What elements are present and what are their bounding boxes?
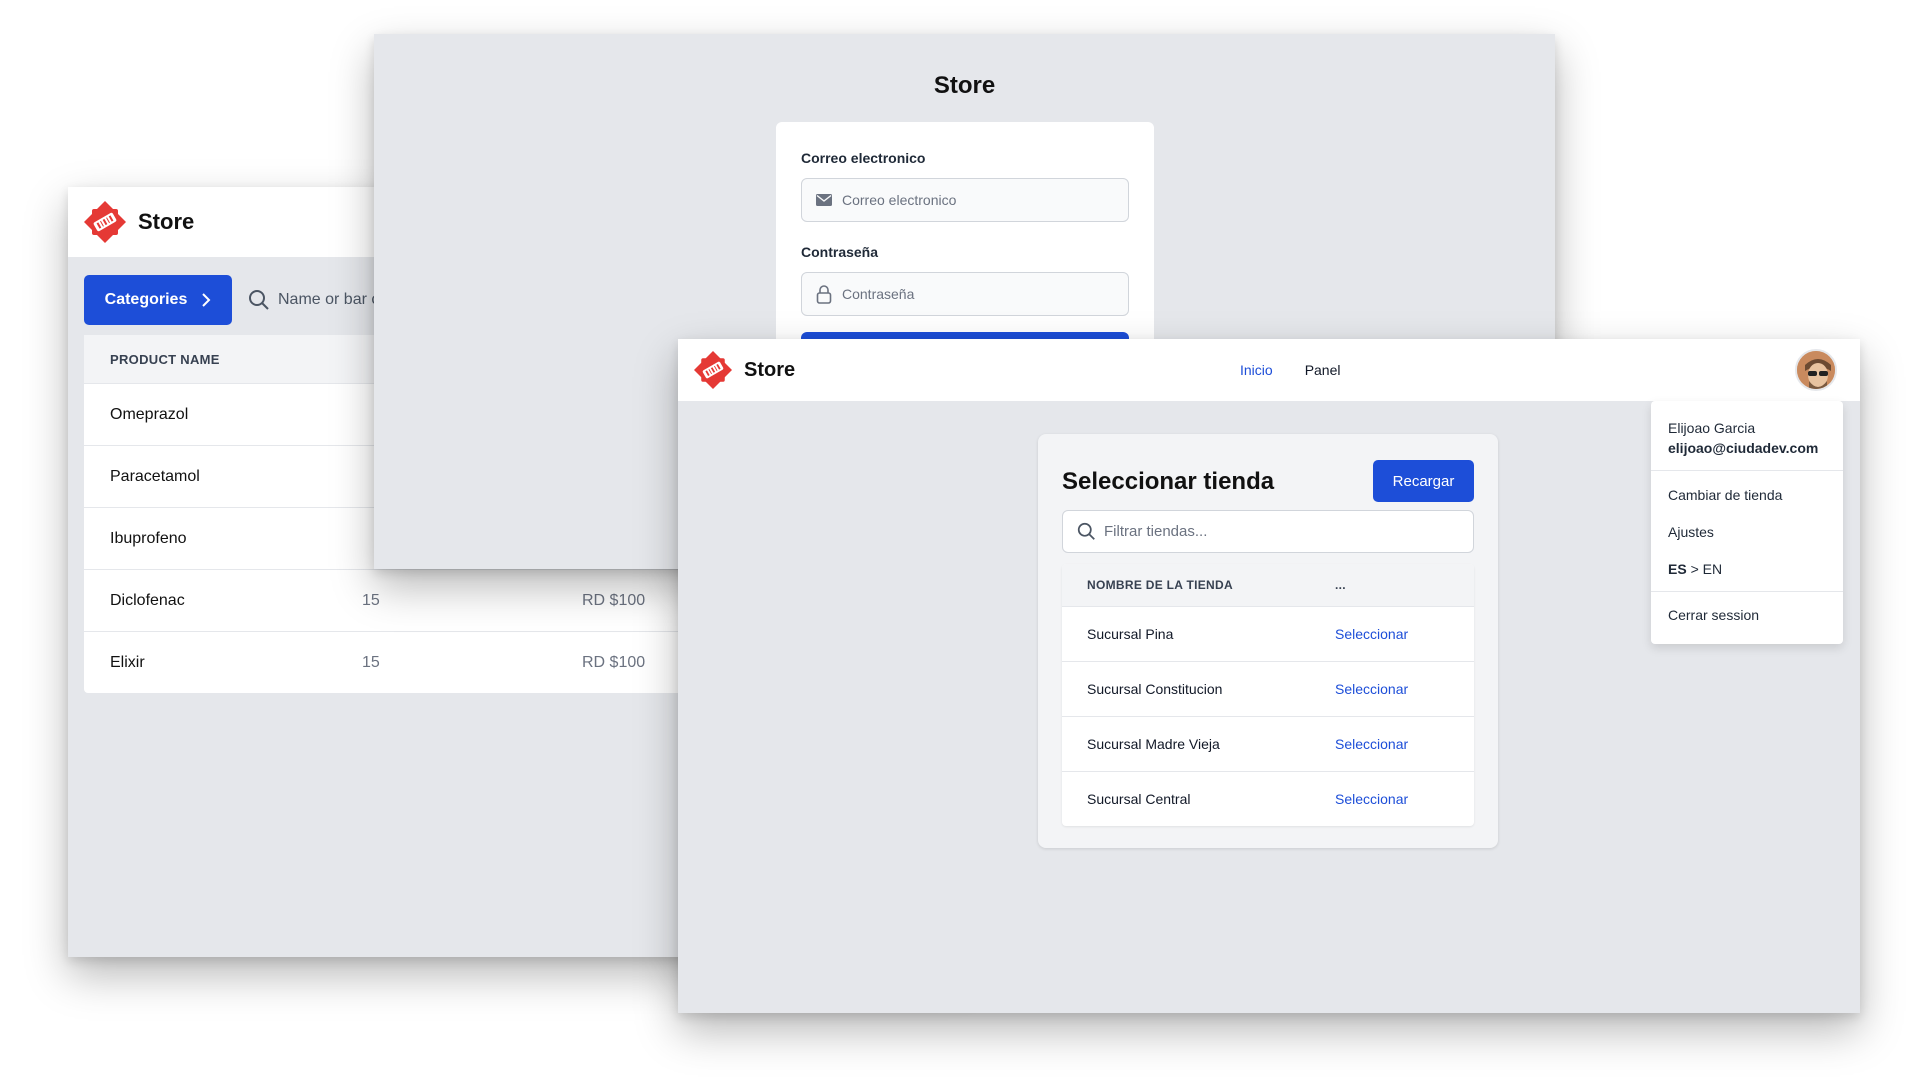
product-price: RD $100	[582, 653, 646, 671]
page-title: Seleccionar tienda	[1062, 468, 1275, 495]
select-store-link[interactable]: Seleccionar	[1335, 736, 1408, 752]
product-search-placeholder: Name or bar c	[278, 291, 380, 308]
login-title: Store	[933, 72, 996, 99]
menu-item-logout[interactable]: Cerrar session	[1651, 596, 1843, 633]
product-name: Elixir	[110, 653, 145, 671]
store-name: Sucursal Central	[1087, 791, 1191, 807]
menu-item-language[interactable]: ES > EN	[1651, 550, 1843, 587]
envelope-icon	[816, 194, 832, 206]
email-placeholder: Correo electronico	[842, 192, 957, 208]
user-name: Elijoao Garcia	[1668, 420, 1756, 436]
store-filter-input[interactable]: Filtrar tiendas...	[1062, 510, 1474, 553]
store-name: Sucursal Constitucion	[1087, 681, 1223, 697]
store-select-window: Store Inicio Panel Seleccionar tienda Re…	[678, 339, 1860, 1013]
table-row: Sucursal Constitucion Seleccionar	[1062, 661, 1474, 716]
email-label: Correo electronico	[801, 150, 926, 166]
product-quantity: 15	[362, 591, 380, 609]
password-label: Contraseña	[801, 244, 879, 260]
table-row: Sucursal Pina Seleccionar	[1062, 606, 1474, 661]
select-store-link[interactable]: Seleccionar	[1335, 681, 1408, 697]
select-store-link[interactable]: Seleccionar	[1335, 791, 1408, 807]
stores-table-header: NOMBRE DE LA TIENDA ...	[1062, 564, 1474, 606]
menu-item-settings[interactable]: Ajustes	[1651, 513, 1843, 550]
reload-button[interactable]: Recargar	[1373, 460, 1474, 502]
user-info: Elijoao Garcia elijoao@ciudadev.com	[1651, 401, 1843, 471]
user-menu-items: Cambiar de tienda Ajustes ES > EN	[1651, 471, 1843, 592]
product-name: Omeprazol	[110, 405, 189, 423]
store-select-header: Store Inicio Panel	[678, 339, 1860, 401]
product-name: Diclofenac	[110, 591, 185, 609]
product-quantity: 15	[362, 653, 380, 671]
store-logo-icon	[694, 351, 732, 389]
user-menu-dropdown: Elijoao Garcia elijoao@ciudadev.com Camb…	[1651, 401, 1843, 644]
language-separator: >	[1686, 560, 1703, 577]
product-name: Ibuprofeno	[110, 529, 187, 547]
brand-name: Store	[744, 358, 796, 381]
password-field[interactable]: Contraseña	[801, 272, 1129, 316]
menu-item-change-store[interactable]: Cambiar de tienda	[1651, 476, 1843, 513]
store-filter-placeholder: Filtrar tiendas...	[1104, 523, 1208, 540]
search-icon	[249, 290, 269, 310]
store-name: Sucursal Pina	[1087, 626, 1174, 642]
password-placeholder: Contraseña	[842, 286, 915, 302]
categories-button-label: Categories	[104, 291, 188, 308]
product-name: Paracetamol	[110, 467, 200, 485]
column-header-product-name: PRODUCT NAME	[110, 351, 220, 367]
main-nav: Inicio Panel	[1240, 339, 1341, 401]
store-name: Sucursal Madre Vieja	[1087, 736, 1220, 752]
brand-name: Store	[138, 209, 195, 234]
lock-icon	[816, 285, 832, 304]
stores-table: NOMBRE DE LA TIENDA ... Sucursal Pina Se…	[1062, 564, 1474, 826]
avatar[interactable]	[1795, 349, 1837, 391]
store-logo-icon	[84, 201, 126, 243]
nav-item-inicio[interactable]: Inicio	[1240, 362, 1273, 378]
column-header-store-name: NOMBRE DE LA TIENDA	[1087, 578, 1233, 592]
nav-item-panel[interactable]: Panel	[1305, 362, 1341, 378]
table-row: Sucursal Central Seleccionar	[1062, 771, 1474, 826]
language-other: EN	[1702, 560, 1723, 577]
store-select-card: Seleccionar tienda Recargar Filtrar tien…	[1038, 434, 1498, 848]
column-header-actions: ...	[1335, 578, 1346, 592]
table-row: Sucursal Madre Vieja Seleccionar	[1062, 716, 1474, 771]
chevron-right-icon	[202, 293, 211, 307]
language-current: ES	[1668, 560, 1687, 577]
email-field[interactable]: Correo electronico	[801, 178, 1129, 222]
search-icon	[1077, 522, 1095, 540]
categories-button[interactable]: Categories	[84, 275, 232, 325]
products-toolbar: Categories Name or bar c	[84, 275, 379, 325]
product-search-input[interactable]: Name or bar c	[240, 289, 379, 311]
product-price: RD $100	[582, 591, 646, 609]
user-email: elijoao@ciudadev.com	[1668, 440, 1819, 456]
select-store-link[interactable]: Seleccionar	[1335, 626, 1408, 642]
